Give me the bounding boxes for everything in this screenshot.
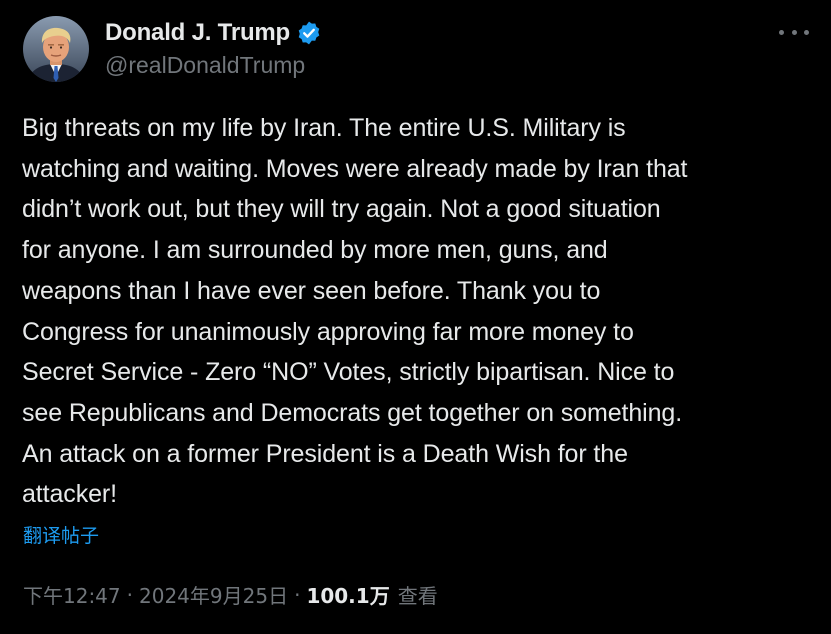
separator: · xyxy=(294,582,301,607)
dot xyxy=(804,29,809,35)
dot xyxy=(779,29,784,35)
author-name-row: Donald J. Trump xyxy=(105,18,322,48)
views-label: 查看 xyxy=(397,584,438,608)
translate-post-link[interactable]: 翻译帖子 xyxy=(23,521,99,548)
tweet-metadata: 下午12:47 · 2024年9月25日 · 100.1万 查看 xyxy=(23,580,438,609)
author-handle[interactable]: @realDonaldTrump xyxy=(105,52,305,79)
tweet-card: Donald J. Trump @realDonaldTrump Big thr… xyxy=(0,0,831,634)
dot xyxy=(791,29,797,35)
verified-badge-icon xyxy=(296,20,322,46)
tweet-time[interactable]: 下午12:47 xyxy=(23,580,121,609)
tweet-date[interactable]: 2024年9月25日 xyxy=(139,580,288,609)
author-display-name[interactable]: Donald J. Trump xyxy=(105,19,290,47)
views-count: 100.1万 xyxy=(306,584,390,608)
avatar[interactable] xyxy=(23,16,89,82)
tweet-text: Big threats on my life by Iran. The enti… xyxy=(22,114,688,509)
more-options-icon[interactable] xyxy=(779,22,809,42)
separator: · xyxy=(126,582,133,607)
